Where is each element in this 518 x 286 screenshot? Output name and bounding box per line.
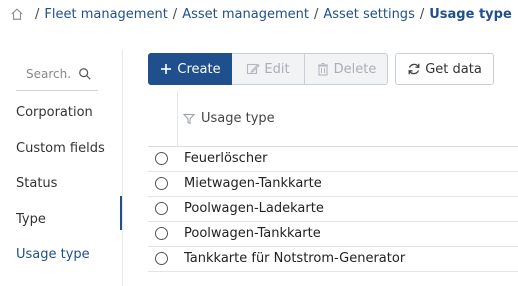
breadcrumb-separator: / [313, 6, 319, 22]
table-row[interactable]: Mietwagen-Tankkarte [148, 172, 518, 197]
breadcrumb-separator: / [419, 6, 425, 22]
edit-button[interactable]: Edit [232, 53, 305, 85]
sidebar-item-corporation[interactable]: Corporation [16, 105, 93, 120]
edit-label: Edit [264, 61, 290, 77]
sidebar: Corporation Custom fields Status Type Us… [0, 44, 124, 286]
breadcrumb-separator: / [172, 6, 178, 22]
data-table: Usage type Feuerlöscher Mietwagen-Tankka… [148, 91, 518, 272]
sidebar-item-custom-fields[interactable]: Custom fields [16, 141, 105, 156]
table-row[interactable]: Poolwagen-Tankkarte [148, 222, 518, 247]
sidebar-search [16, 58, 98, 91]
search-icon[interactable] [78, 67, 92, 81]
create-button[interactable]: Create [148, 53, 232, 85]
row-radio[interactable] [155, 227, 168, 240]
row-cell: Mietwagen-Tankkarte [184, 176, 322, 191]
table-row[interactable]: Poolwagen-Ladekarte [148, 197, 518, 222]
breadcrumb-fleet-management[interactable]: Fleet management [44, 7, 167, 22]
column-header-label: Usage type [201, 111, 275, 126]
pencil-icon [247, 63, 261, 75]
toolbar: Create Edit Delete Get data [148, 53, 494, 85]
filter-icon[interactable] [183, 113, 195, 125]
delete-button[interactable]: Delete [305, 53, 388, 85]
sidebar-item-type[interactable]: Type [16, 212, 46, 227]
row-radio[interactable] [155, 152, 168, 165]
row-radio[interactable] [155, 252, 168, 265]
row-cell: Tankkarte für Notstrom-Generator [184, 251, 406, 266]
get-data-label: Get data [425, 61, 482, 77]
row-radio[interactable] [155, 177, 168, 190]
get-data-button[interactable]: Get data [395, 53, 494, 85]
table-row[interactable]: Tankkarte für Notstrom-Generator [148, 247, 518, 272]
row-cell: Poolwagen-Tankkarte [184, 226, 321, 241]
create-label: Create [177, 61, 221, 77]
breadcrumb: / Fleet management / Asset management / … [10, 4, 512, 24]
row-radio[interactable] [155, 202, 168, 215]
breadcrumb-asset-management[interactable]: Asset management [182, 7, 309, 22]
column-header-usage-type[interactable]: Usage type [183, 111, 275, 126]
row-cell: Feuerlöscher [184, 151, 268, 166]
breadcrumb-asset-settings[interactable]: Asset settings [323, 7, 415, 22]
breadcrumb-separator: / [35, 6, 40, 22]
sidebar-item-status[interactable]: Status [16, 176, 57, 191]
table-header: Usage type [148, 91, 518, 147]
breadcrumb-current: Usage type [429, 6, 512, 22]
refresh-icon [408, 63, 420, 75]
trash-icon [317, 62, 328, 76]
search-input[interactable] [16, 67, 72, 81]
column-separator [177, 91, 178, 146]
delete-label: Delete [333, 61, 377, 77]
sidebar-divider [122, 50, 123, 286]
row-cell: Poolwagen-Ladekarte [184, 201, 324, 216]
plus-icon [161, 64, 172, 74]
sidebar-item-usage-type[interactable]: Usage type [16, 247, 90, 262]
home-icon[interactable] [10, 7, 24, 21]
table-row[interactable]: Feuerlöscher [148, 147, 518, 172]
